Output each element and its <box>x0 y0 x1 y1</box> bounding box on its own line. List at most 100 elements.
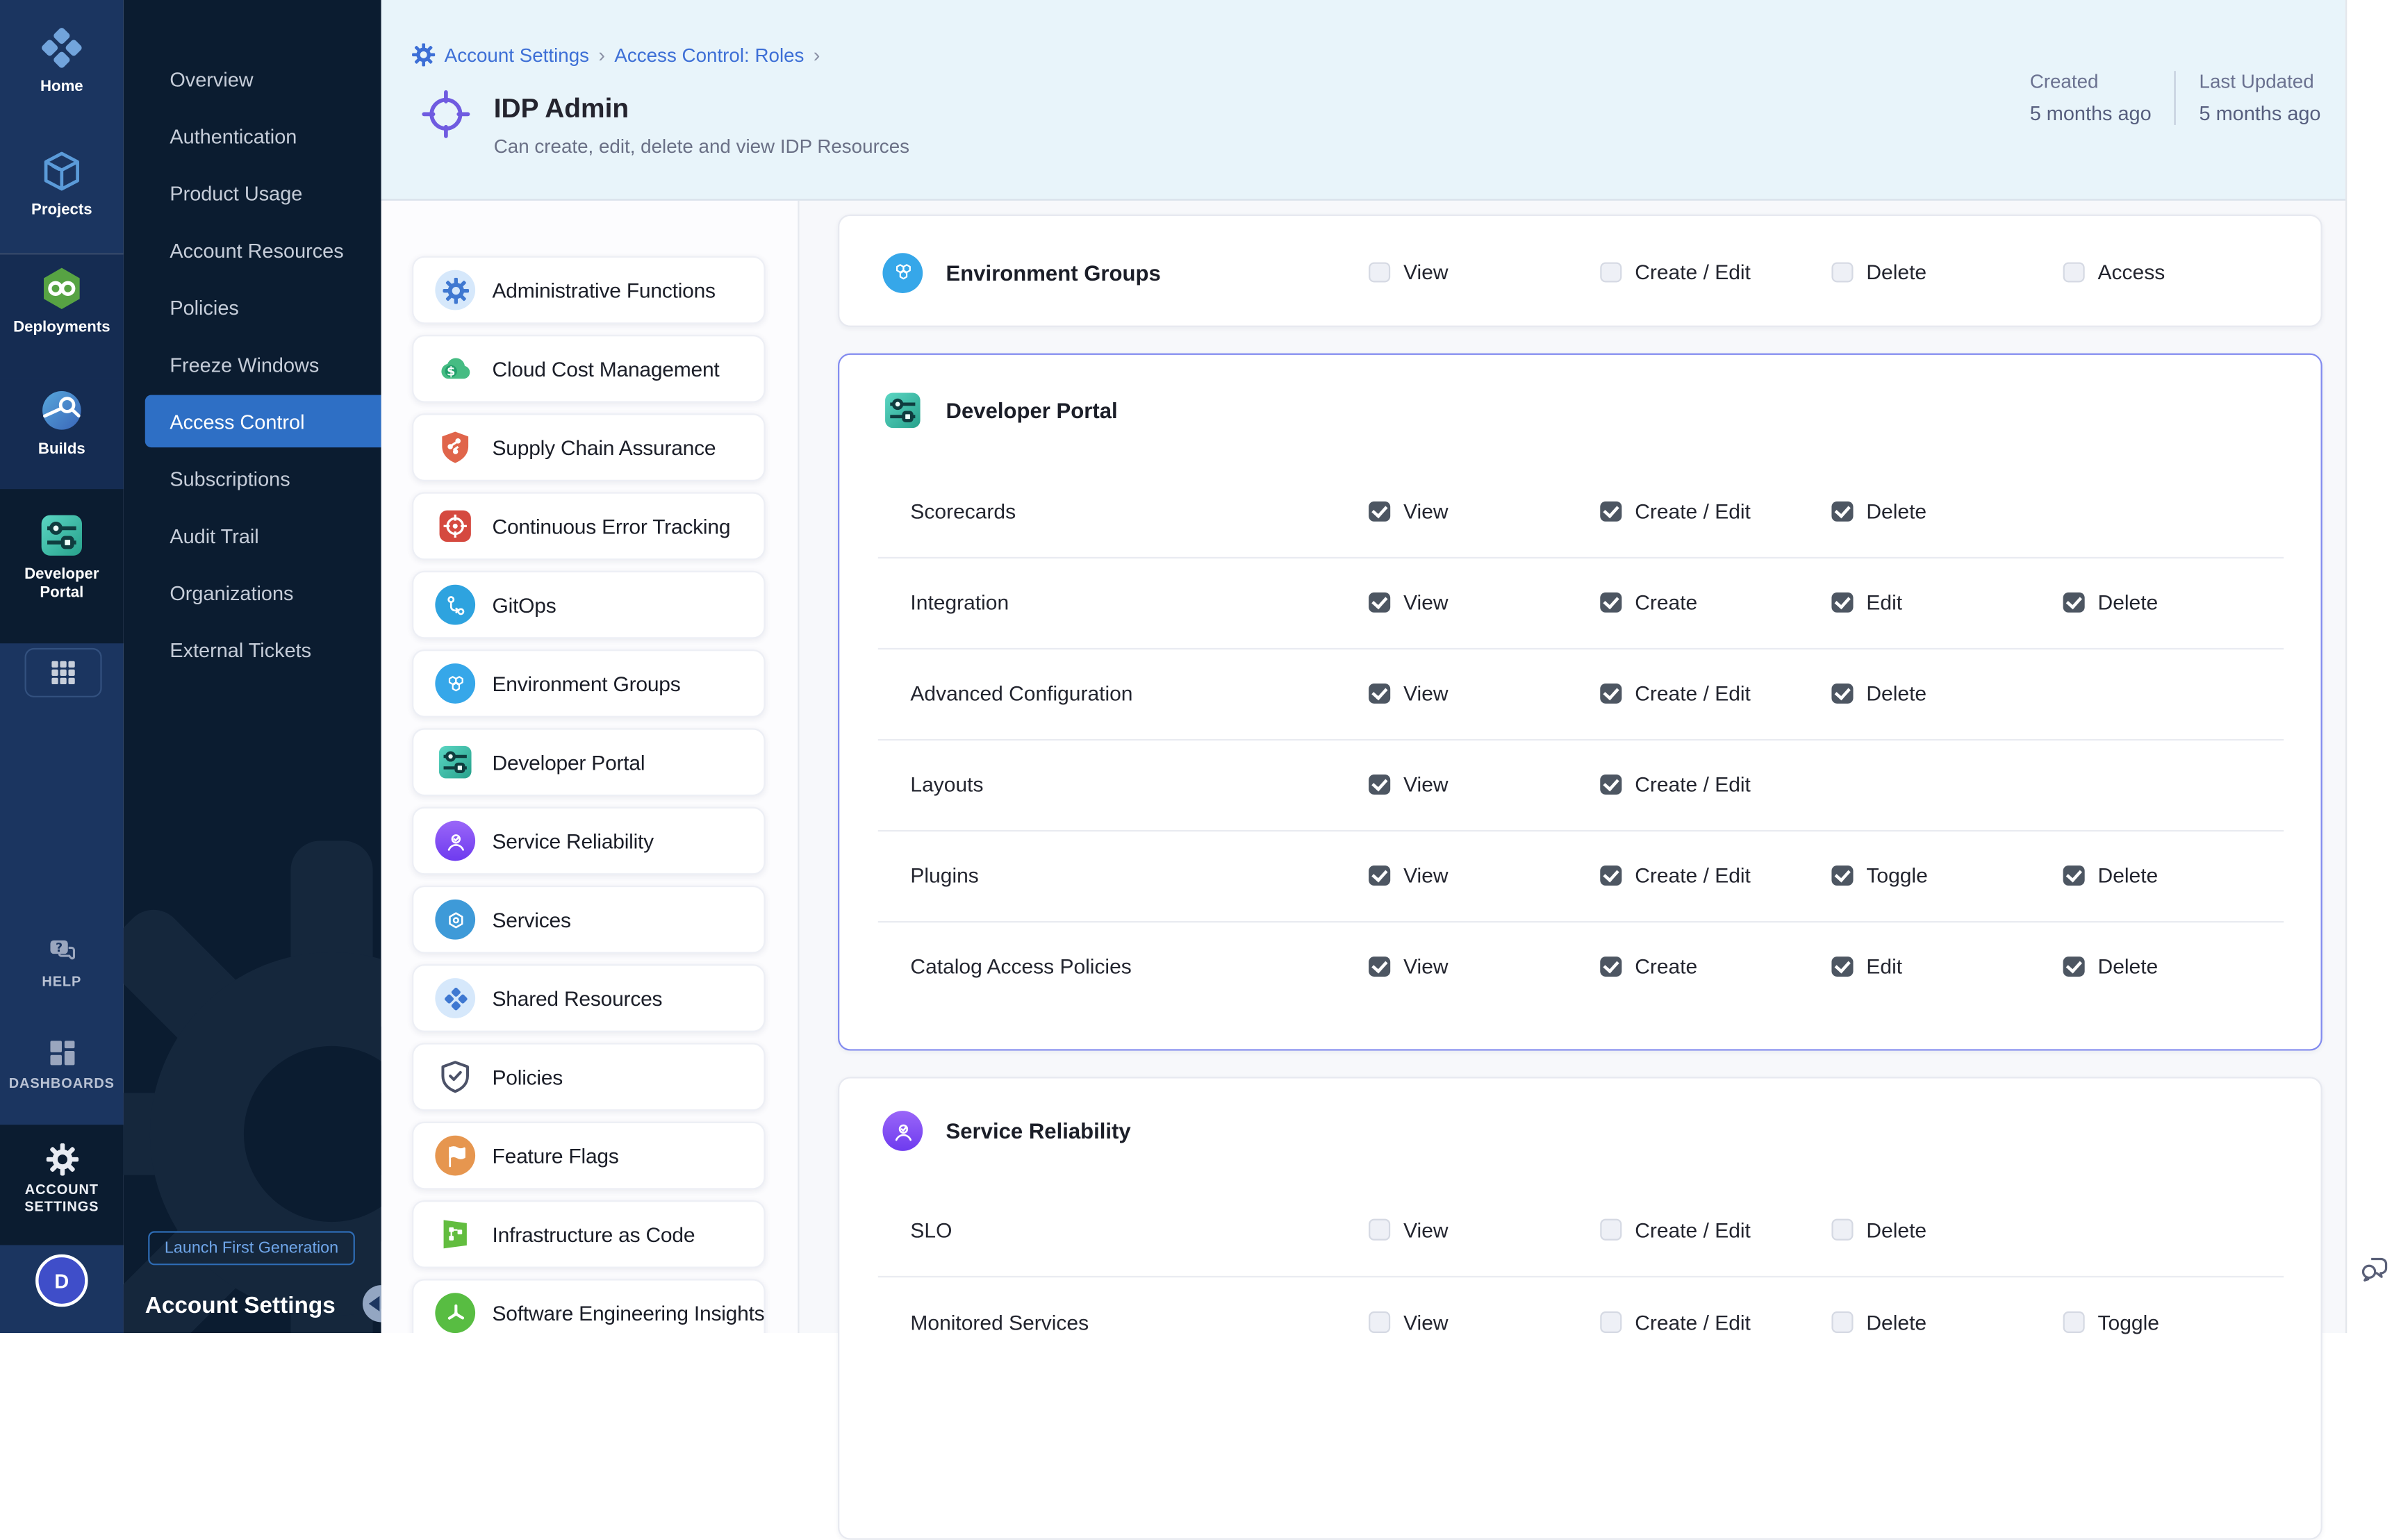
category-administrative-functions[interactable]: Administrative Functions <box>412 256 766 324</box>
module-label: Builds <box>0 441 124 460</box>
sidebar-item-product-usage[interactable]: Product Usage <box>124 165 381 222</box>
breadcrumb-separator: › <box>814 43 820 66</box>
permission-cell: View <box>1369 1218 1600 1241</box>
permission-checkbox[interactable] <box>1369 774 1389 795</box>
category-shared-resources[interactable]: Shared Resources <box>412 964 766 1032</box>
permission-checkbox[interactable] <box>2063 865 2084 886</box>
category-software-engineering-insights[interactable]: Software Engineering Insights <box>412 1279 766 1333</box>
sidebar-item-subscriptions[interactable]: Subscriptions <box>124 451 381 508</box>
permission-checkbox[interactable] <box>1831 683 1852 704</box>
launch-first-generation-button[interactable]: Launch First Generation <box>148 1231 355 1265</box>
category-supply-chain-assurance[interactable]: Supply Chain Assurance <box>412 413 766 481</box>
sidebar-item-external-tickets[interactable]: External Tickets <box>124 622 381 679</box>
permission-checkbox[interactable] <box>2063 592 2084 613</box>
permission-checkbox[interactable] <box>1831 592 1852 613</box>
permission-checkbox[interactable] <box>1831 957 1852 977</box>
permission-checkbox[interactable] <box>1600 774 1621 795</box>
rail-module-deployments[interactable]: Deployments <box>0 253 124 378</box>
category-policies[interactable]: Policies <box>412 1043 766 1111</box>
rail-module-home[interactable]: Home <box>0 0 124 126</box>
category-icon <box>435 1136 475 1176</box>
permission-row-plugins: Plugins View Create / Edit Toggle Delete <box>839 830 2320 921</box>
permission-checkbox[interactable] <box>1600 262 1621 283</box>
permission-checkbox[interactable] <box>1369 957 1389 977</box>
sidebar-item-authentication[interactable]: Authentication <box>124 108 381 165</box>
permission-checkbox[interactable] <box>1369 262 1389 283</box>
sidebar-item-account-resources[interactable]: Account Resources <box>124 222 381 279</box>
breadcrumb-link-account-settings[interactable]: Account Settings <box>445 44 589 65</box>
permission-checkbox[interactable] <box>1600 501 1621 522</box>
permission-checkbox[interactable] <box>2063 957 2084 977</box>
permission-checkbox[interactable] <box>1369 1219 1389 1240</box>
permission-checkbox[interactable] <box>1600 865 1621 886</box>
avatar[interactable]: D <box>35 1255 88 1307</box>
category-icon <box>435 1293 475 1333</box>
breadcrumb-link-access-control-roles[interactable]: Access Control: Roles <box>614 44 804 65</box>
permission-row-cells: View Create / Edit Delete Toggle <box>1369 1276 2295 1368</box>
permission-checkbox[interactable] <box>1600 592 1621 613</box>
permission-cell: View <box>1369 773 1600 796</box>
category-cloud-cost-management[interactable]: Cloud Cost Management <box>412 335 766 403</box>
category-gitops[interactable]: GitOps <box>412 571 766 639</box>
permission-checkbox[interactable] <box>1831 1219 1852 1240</box>
permission-cell: Delete <box>1831 500 2063 523</box>
category-label: Feature Flags <box>493 1144 619 1167</box>
permission-checkbox[interactable] <box>1831 865 1852 886</box>
permission-cell: Create / Edit <box>1600 1218 1831 1241</box>
permission-checkbox[interactable] <box>1831 501 1852 522</box>
collapse-arrow-icon <box>368 1296 379 1311</box>
chat-support-icon[interactable] <box>2358 1251 2392 1285</box>
category-continuous-error-tracking[interactable]: Continuous Error Tracking <box>412 492 766 561</box>
rail-tool-dashboards[interactable]: DASHBOARDS <box>0 1027 124 1125</box>
permission-checkbox[interactable] <box>1369 683 1389 704</box>
all-modules-button[interactable] <box>25 648 102 697</box>
sidebar-item-overview[interactable]: Overview <box>124 51 381 108</box>
module-icon <box>39 148 85 194</box>
permission-row-cells: View Create / Edit Delete <box>1369 466 2063 557</box>
section-icon <box>882 1111 923 1151</box>
sidebar-item-access-control[interactable]: Access Control <box>145 395 381 448</box>
rail-module-projects[interactable]: Projects <box>0 126 124 253</box>
permission-checkbox[interactable] <box>1369 865 1389 886</box>
permission-checkbox[interactable] <box>1600 1311 1621 1332</box>
permission-checkbox[interactable] <box>1369 592 1389 613</box>
permission-checkbox[interactable] <box>1369 1311 1389 1332</box>
sidebar-item-policies[interactable]: Policies <box>124 279 381 336</box>
permission-row-label: Catalog Access Policies <box>839 955 1132 978</box>
permission-label: View <box>1403 260 1448 283</box>
rail-tool-help[interactable]: HELP <box>0 922 124 1027</box>
sidebar-item-organizations[interactable]: Organizations <box>124 565 381 622</box>
permission-cell: Delete <box>1831 1311 2063 1334</box>
category-developer-portal[interactable]: Developer Portal <box>412 728 766 796</box>
permission-row-cells: View Create / Edit Delete <box>1369 648 2063 739</box>
permission-cell: Delete <box>2063 955 2295 978</box>
module-label: Projects <box>0 202 124 221</box>
permission-row-cells: View Create Edit Delete <box>1369 557 2295 648</box>
category-feature-flags[interactable]: Feature Flags <box>412 1122 766 1190</box>
permission-label: View <box>1403 591 1448 614</box>
role-meta: Created 5 months ago Last Updated 5 mont… <box>2030 71 2321 125</box>
permission-checkbox[interactable] <box>1369 501 1389 522</box>
rail-module-builds[interactable]: Builds <box>0 378 124 489</box>
sidebar-item-audit-trail[interactable]: Audit Trail <box>124 508 381 565</box>
last-updated-value: 5 months ago <box>2200 102 2321 125</box>
permission-checkbox[interactable] <box>1831 1311 1852 1332</box>
module-label: Developer Portal <box>0 566 124 603</box>
sidebar-item-freeze-windows[interactable]: Freeze Windows <box>124 336 381 393</box>
permission-checkbox[interactable] <box>2063 1311 2084 1332</box>
permission-checkbox[interactable] <box>2063 262 2084 283</box>
rail-module-developer-portal[interactable]: Developer Portal <box>0 489 124 643</box>
rail-tool-account-settings[interactable]: ACCOUNT SETTINGS <box>0 1125 124 1245</box>
permission-checkbox[interactable] <box>1600 1219 1621 1240</box>
permission-checkbox[interactable] <box>1600 683 1621 704</box>
category-infrastructure-as-code[interactable]: Infrastructure as Code <box>412 1200 766 1268</box>
last-updated-label: Last Updated <box>2200 71 2321 92</box>
permission-checkbox[interactable] <box>1831 262 1852 283</box>
category-environment-groups[interactable]: Environment Groups <box>412 649 766 718</box>
permission-cell: View <box>1369 591 1600 614</box>
permission-checkbox[interactable] <box>1600 957 1621 977</box>
permission-row-label: Layouts <box>839 773 983 796</box>
category-services[interactable]: Services <box>412 886 766 954</box>
category-service-reliability[interactable]: Service Reliability <box>412 807 766 875</box>
permission-cell: Edit <box>1831 955 2063 978</box>
